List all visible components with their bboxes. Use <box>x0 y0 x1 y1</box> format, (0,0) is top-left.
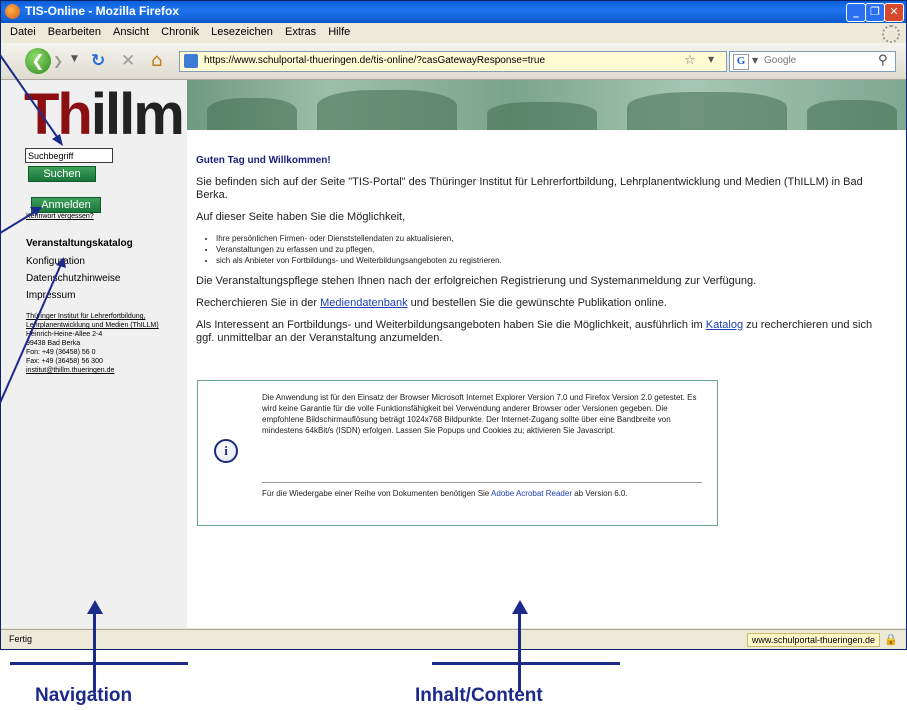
window-title: TIS-Online - Mozilla Firefox <box>25 4 180 18</box>
navigation-label: Navigation <box>35 685 133 706</box>
status-bar: Fertig www.schulportal-thueringen.de 🔒 <box>1 629 906 649</box>
search-input[interactable] <box>25 148 113 163</box>
navigation-annotation-line <box>10 662 188 665</box>
research-text: Recherchieren Sie in der Mediendatenbank… <box>196 297 876 310</box>
back-arrow-icon[interactable]: ❮ <box>25 48 51 74</box>
login-button[interactable]: Anmelden <box>31 197 101 213</box>
address-city: 99438 Bad Berka <box>26 340 81 347</box>
menu-bearbeiten[interactable]: Bearbeiten <box>48 26 101 38</box>
info-divider <box>262 482 702 483</box>
forward-arrow-icon[interactable]: ❯ <box>53 54 67 68</box>
address-fax: Fax: +49 (36458) 56 300 <box>26 358 103 365</box>
sidebar-item-veranstaltungskatalog[interactable]: Veranstaltungskatalog <box>26 238 133 249</box>
browser-window: TIS-Online - Mozilla Firefox _ ❐ ✕ Datei… <box>0 0 907 650</box>
browser-requirements-text: Die Anwendung ist für den Einsatz der Br… <box>262 393 697 435</box>
reload-icon[interactable]: ↻ <box>91 51 105 71</box>
status-text: Fertig <box>9 634 33 644</box>
sidebar: Thillm Suchen Anmelden Kennwort vergesse… <box>1 80 187 628</box>
acrobat-pre: Für die Wiedergabe einer Reihe von Dokum… <box>262 489 492 498</box>
research-post: und bestellen Sie die gewünschte Publika… <box>407 297 667 309</box>
menu-hilfe[interactable]: Hilfe <box>328 26 350 38</box>
interest-text: Als Interessent an Fortbildungs- und Wei… <box>196 319 876 345</box>
url-dropdown-icon[interactable]: ▼ <box>708 55 714 64</box>
menu-bar: Datei Bearbeiten Ansicht Chronik Lesezei… <box>1 23 906 43</box>
site-identity-icon[interactable] <box>184 54 198 68</box>
navigation-arrow-head <box>87 600 103 614</box>
list-item: Veranstaltungen zu erfassen und zu pfleg… <box>216 244 876 255</box>
navigation-arrow-shaft <box>93 612 96 692</box>
history-dropdown-icon[interactable]: ▼ <box>71 54 78 64</box>
bookmark-star-icon[interactable]: ☆ <box>684 53 696 68</box>
info-icon: i <box>214 439 238 463</box>
title-bar: TIS-Online - Mozilla Firefox _ ❐ ✕ <box>1 1 906 23</box>
throbber-icon <box>882 25 900 43</box>
main-content: Guten Tag und Willkommen! Sie befinden s… <box>196 154 876 354</box>
mediendatenbank-link[interactable]: Mediendatenbank <box>320 297 407 309</box>
feature-list: Ihre persönlichen Firmen- oder Dienstste… <box>196 233 876 266</box>
institute-address: Thüringer Institut für Lehrerfortbildung… <box>26 312 186 375</box>
sidebar-item-impressum[interactable]: Impressum <box>26 290 75 301</box>
acrobat-post: ab Version 6.0. <box>571 489 628 498</box>
magnifier-icon[interactable]: ⚲ <box>878 53 888 68</box>
katalog-link[interactable]: Katalog <box>706 319 743 331</box>
maximize-button[interactable]: ❐ <box>865 3 885 22</box>
navigation-toolbar: ❮ ❯ ▼ ↻ ✕ ⌂ https://www.schulportal-thue… <box>1 43 906 80</box>
list-item: Ihre persönlichen Firmen- oder Dienstste… <box>216 233 876 244</box>
content-annotation-line <box>432 662 620 665</box>
logo-th: Th <box>24 82 93 147</box>
close-button[interactable]: ✕ <box>884 3 904 22</box>
logo-rest: illm <box>90 82 185 147</box>
acrobat-reader-link[interactable]: Adobe Acrobat Reader <box>491 489 572 498</box>
address-email-link[interactable]: institut@thillm.thueringen.de <box>26 366 186 375</box>
sidebar-item-konfiguration[interactable]: Konfiguration <box>26 256 85 267</box>
menu-ansicht[interactable]: Ansicht <box>113 26 149 38</box>
home-icon[interactable]: ⌂ <box>151 50 162 71</box>
search-engine-dropdown-icon[interactable]: ▼ <box>752 56 758 65</box>
address-phone: Fon: +49 (36458) 56 0 <box>26 349 96 356</box>
menu-lesezeichen[interactable]: Lesezeichen <box>211 26 273 38</box>
address-street: Heinrich-Heine-Allee 2-4 <box>26 331 103 338</box>
search-bar: G ▼ ⚲ <box>729 51 896 72</box>
possibility-text: Auf dieser Seite haben Sie die Möglichke… <box>196 211 406 223</box>
google-icon[interactable]: G <box>733 54 749 70</box>
minimize-button[interactable]: _ <box>846 3 866 22</box>
url-text[interactable]: https://www.schulportal-thueringen.de/ti… <box>204 55 545 66</box>
url-bar[interactable]: https://www.schulportal-thueringen.de/ti… <box>179 51 727 72</box>
menu-datei[interactable]: Datei <box>10 26 36 38</box>
firefox-icon <box>5 4 20 19</box>
browser-info-box: i Die Anwendung ist für den Einsatz der … <box>197 380 718 526</box>
page-title: Guten Tag und Willkommen! <box>196 155 331 166</box>
thillm-logo[interactable]: Thillm <box>24 80 185 150</box>
menu-chronik[interactable]: Chronik <box>161 26 199 38</box>
institute-name-link[interactable]: Thüringer Institut für Lehrerfortbildung… <box>26 312 186 330</box>
list-item: sich als Anbieter von Fortbildungs- und … <box>216 255 876 266</box>
availability-text: Die Veranstaltungspflege stehen Ihnen na… <box>196 275 757 287</box>
web-search-input[interactable] <box>764 55 874 66</box>
lock-icon[interactable]: 🔒 <box>884 633 898 646</box>
header-banner-image <box>187 80 906 130</box>
status-host[interactable]: www.schulportal-thueringen.de <box>746 633 880 647</box>
menu-extras[interactable]: Extras <box>285 26 316 38</box>
search-button[interactable]: Suchen <box>28 166 96 182</box>
content-arrow-shaft <box>518 612 521 692</box>
content-label: Inhalt/Content <box>415 685 543 706</box>
intro-text: Sie befinden sich auf der Seite "TIS-Por… <box>196 176 863 201</box>
interest-pre: Als Interessent an Fortbildungs- und Wei… <box>196 319 706 331</box>
forgot-password-link[interactable]: Kennwort vergessen? <box>26 213 94 220</box>
page-viewport: Thillm Suchen Anmelden Kennwort vergesse… <box>1 80 906 628</box>
stop-icon[interactable]: ✕ <box>121 51 135 71</box>
research-pre: Recherchieren Sie in der <box>196 297 321 309</box>
acrobat-text: Für die Wiedergabe einer Reihe von Dokum… <box>262 488 702 499</box>
content-arrow-head <box>512 600 528 614</box>
sidebar-item-datenschutz[interactable]: Datenschutzhinweise <box>26 273 121 284</box>
